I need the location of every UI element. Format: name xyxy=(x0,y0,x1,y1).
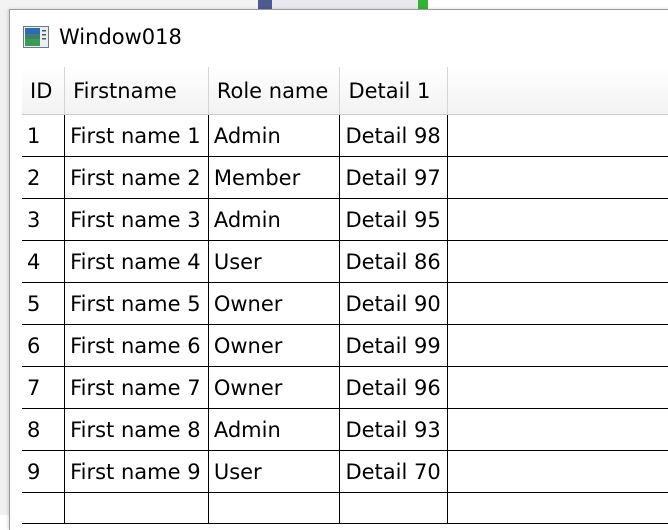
table-row[interactable]: 3 First name 3 Admin Detail 95 xyxy=(22,198,668,241)
column-header-id[interactable]: ID xyxy=(22,67,66,115)
column-header-firstname[interactable]: Firstname xyxy=(64,67,209,115)
table-row[interactable]: 8 First name 8 Admin Detail 93 xyxy=(22,408,668,451)
cell-role-name[interactable]: Admin xyxy=(208,114,341,157)
row-filler xyxy=(447,240,668,283)
table-row[interactable]: 6 First name 6 Owner Detail 99 xyxy=(22,324,668,367)
new-item-row[interactable] xyxy=(22,492,668,524)
cell-detail-1[interactable]: Detail 97 xyxy=(339,156,449,199)
background-left-edge xyxy=(0,10,9,515)
empty-cell[interactable] xyxy=(64,492,209,524)
cell-detail-1[interactable]: Detail 90 xyxy=(339,282,449,325)
cell-firstname[interactable]: First name 1 xyxy=(64,114,209,157)
cell-role-name[interactable]: User xyxy=(208,450,341,493)
cell-detail-1[interactable]: Detail 93 xyxy=(339,408,449,451)
cell-firstname[interactable]: First name 4 xyxy=(64,240,209,283)
row-filler xyxy=(447,450,668,493)
table-row[interactable]: 7 First name 7 Owner Detail 96 xyxy=(22,366,668,409)
cell-detail-1[interactable]: Detail 98 xyxy=(339,114,449,157)
table-row[interactable]: 1 First name 1 Admin Detail 98 xyxy=(22,114,668,157)
cell-detail-1[interactable]: Detail 96 xyxy=(339,366,449,409)
cell-detail-1[interactable]: Detail 86 xyxy=(339,240,449,283)
cell-id[interactable]: 9 xyxy=(22,450,66,493)
cell-firstname[interactable]: First name 5 xyxy=(64,282,209,325)
cell-id[interactable]: 4 xyxy=(22,240,66,283)
cell-role-name[interactable]: Admin xyxy=(208,408,341,451)
table-row[interactable]: 2 First name 2 Member Detail 97 xyxy=(22,156,668,199)
cell-firstname[interactable]: First name 6 xyxy=(64,324,209,367)
table-row[interactable]: 4 First name 4 User Detail 86 xyxy=(22,240,668,283)
row-filler xyxy=(447,282,668,325)
app-window: Window018 ID Firstname Role name Detail … xyxy=(9,9,668,530)
cell-firstname[interactable]: First name 3 xyxy=(64,198,209,241)
grid-body: 1 First name 1 Admin Detail 98 2 First name 2… xyxy=(22,114,668,524)
cell-id[interactable]: 7 xyxy=(22,366,66,409)
cell-role-name[interactable]: Owner xyxy=(208,366,341,409)
window-title: Window018 xyxy=(59,25,182,49)
cell-id[interactable]: 1 xyxy=(22,114,66,157)
cell-role-name[interactable]: User xyxy=(208,240,341,283)
cell-id[interactable]: 5 xyxy=(22,282,66,325)
column-header-filler xyxy=(447,67,668,115)
cell-detail-1[interactable]: Detail 99 xyxy=(339,324,449,367)
cell-detail-1[interactable]: Detail 70 xyxy=(339,450,449,493)
data-grid[interactable]: ID Firstname Role name Detail 1 1 First n… xyxy=(22,67,668,524)
cell-id[interactable]: 8 xyxy=(22,408,66,451)
cell-role-name[interactable]: Owner xyxy=(208,324,341,367)
row-filler xyxy=(447,492,668,524)
window-icon xyxy=(23,26,49,48)
cell-id[interactable]: 2 xyxy=(22,156,66,199)
table-row[interactable]: 9 First name 9 User Detail 70 xyxy=(22,450,668,493)
table-row[interactable]: 5 First name 5 Owner Detail 90 xyxy=(22,282,668,325)
cell-detail-1[interactable]: Detail 95 xyxy=(339,198,449,241)
empty-cell[interactable] xyxy=(22,492,66,524)
empty-cell[interactable] xyxy=(208,492,341,524)
cell-firstname[interactable]: First name 2 xyxy=(64,156,209,199)
cell-firstname[interactable]: First name 9 xyxy=(64,450,209,493)
column-header-role-name[interactable]: Role name xyxy=(208,67,341,115)
column-header-detail-1[interactable]: Detail 1 xyxy=(339,67,449,115)
cell-id[interactable]: 6 xyxy=(22,324,66,367)
cell-id[interactable]: 3 xyxy=(22,198,66,241)
title-bar[interactable]: Window018 xyxy=(10,10,668,66)
cell-firstname[interactable]: First name 7 xyxy=(64,366,209,409)
cell-firstname[interactable]: First name 8 xyxy=(64,408,209,451)
row-filler xyxy=(447,198,668,241)
cell-role-name[interactable]: Owner xyxy=(208,282,341,325)
row-filler xyxy=(447,408,668,451)
row-filler xyxy=(447,366,668,409)
grid-header-row: ID Firstname Role name Detail 1 xyxy=(22,67,668,115)
row-filler xyxy=(447,114,668,157)
cell-role-name[interactable]: Admin xyxy=(208,198,341,241)
empty-cell[interactable] xyxy=(339,492,449,524)
row-filler xyxy=(447,324,668,367)
cell-role-name[interactable]: Member xyxy=(208,156,341,199)
row-filler xyxy=(447,156,668,199)
